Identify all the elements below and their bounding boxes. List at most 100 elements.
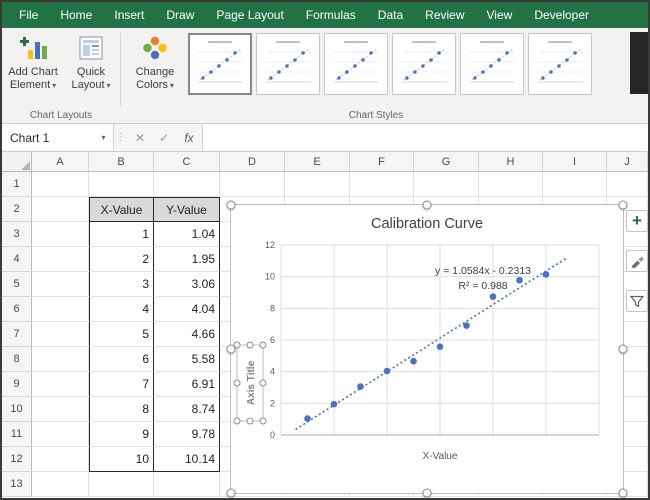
- insert-function-button[interactable]: fx: [176, 124, 202, 151]
- cell-a2[interactable]: [32, 197, 89, 222]
- row-header-9[interactable]: 9: [2, 372, 32, 397]
- cell-b5[interactable]: 3: [89, 272, 154, 297]
- chart-resize-handle[interactable]: [226, 344, 236, 354]
- chart-styles-button[interactable]: [626, 250, 648, 272]
- column-header-e[interactable]: E: [285, 152, 350, 171]
- cell-c4[interactable]: 1.95: [154, 247, 220, 272]
- row-header-5[interactable]: 5: [2, 272, 32, 297]
- cell-b6[interactable]: 4: [89, 297, 154, 322]
- chart-resize-handle[interactable]: [422, 488, 432, 498]
- add-chart-element-button[interactable]: Add Chart Element ▾: [4, 31, 62, 107]
- cell-c9[interactable]: 6.91: [154, 372, 220, 397]
- cell-h1[interactable]: [479, 172, 543, 197]
- chart-resize-handle[interactable]: [618, 488, 628, 498]
- select-all-corner[interactable]: [2, 152, 32, 171]
- cell-a5[interactable]: [32, 272, 89, 297]
- tab-insert[interactable]: Insert: [103, 2, 155, 28]
- chart-style-thumbnail[interactable]: [256, 33, 320, 95]
- chart[interactable]: 0 2 4 6 8 10 12 Calibration Curve X-Value y = 1.0…: [226, 200, 628, 498]
- formula-bar-input[interactable]: [202, 124, 648, 151]
- row-header-10[interactable]: 10: [2, 397, 32, 422]
- cell-b11[interactable]: 9: [89, 422, 154, 447]
- cell-i1[interactable]: [543, 172, 607, 197]
- cell-b8[interactable]: 6: [89, 347, 154, 372]
- cell-b7[interactable]: 5: [89, 322, 154, 347]
- row-header-7[interactable]: 7: [2, 322, 32, 347]
- column-header-h[interactable]: H: [479, 152, 543, 171]
- cell-c2[interactable]: Y-Value: [154, 197, 220, 222]
- tab-file[interactable]: File: [8, 2, 49, 28]
- cell-f1[interactable]: [350, 172, 414, 197]
- cell-c8[interactable]: 5.58: [154, 347, 220, 372]
- cell-b1[interactable]: [89, 172, 154, 197]
- column-header-c[interactable]: C: [154, 152, 220, 171]
- cell-a6[interactable]: [32, 297, 89, 322]
- row-header-4[interactable]: 4: [2, 247, 32, 272]
- cell-c13[interactable]: [154, 472, 220, 497]
- cell-c5[interactable]: 3.06: [154, 272, 220, 297]
- cancel-button[interactable]: ✕: [128, 124, 152, 151]
- tab-formulas[interactable]: Formulas: [295, 2, 367, 28]
- cell-a10[interactable]: [32, 397, 89, 422]
- enter-button[interactable]: ✓: [152, 124, 176, 151]
- chart-style-thumbnail[interactable]: [528, 33, 592, 95]
- tab-review[interactable]: Review: [414, 2, 475, 28]
- cell-b13[interactable]: [89, 472, 154, 497]
- cell-b9[interactable]: 7: [89, 372, 154, 397]
- tab-draw[interactable]: Draw: [155, 2, 205, 28]
- chart-resize-handle[interactable]: [226, 200, 236, 210]
- cell-b3[interactable]: 1: [89, 222, 154, 247]
- cell-g1[interactable]: [414, 172, 479, 197]
- tab-view[interactable]: View: [476, 2, 524, 28]
- row-header-6[interactable]: 6: [2, 297, 32, 322]
- row-header-13[interactable]: 13: [2, 472, 32, 497]
- row-header-1[interactable]: 1: [2, 172, 32, 197]
- chart-style-thumbnail[interactable]: [188, 33, 252, 95]
- cell-c11[interactable]: 9.78: [154, 422, 220, 447]
- cell-c10[interactable]: 8.74: [154, 397, 220, 422]
- chart-resize-handle[interactable]: [618, 344, 628, 354]
- cell-a8[interactable]: [32, 347, 89, 372]
- cell-a1[interactable]: [32, 172, 89, 197]
- cell-b12[interactable]: 10: [89, 447, 154, 472]
- cell-a12[interactable]: [32, 447, 89, 472]
- row-header-8[interactable]: 8: [2, 347, 32, 372]
- chart-style-thumbnail[interactable]: [460, 33, 524, 95]
- column-header-a[interactable]: A: [32, 152, 89, 171]
- cell-b2[interactable]: X-Value: [89, 197, 154, 222]
- column-header-i[interactable]: I: [543, 152, 607, 171]
- chart-elements-button[interactable]: +: [626, 210, 648, 232]
- cell-a9[interactable]: [32, 372, 89, 397]
- cell-d1[interactable]: [220, 172, 285, 197]
- name-box[interactable]: Chart 1: [2, 124, 94, 151]
- chart-resize-handle[interactable]: [422, 200, 432, 210]
- cell-b10[interactable]: 8: [89, 397, 154, 422]
- column-header-d[interactable]: D: [220, 152, 285, 171]
- row-header-3[interactable]: 3: [2, 222, 32, 247]
- cell-a11[interactable]: [32, 422, 89, 447]
- cell-a4[interactable]: [32, 247, 89, 272]
- tab-data[interactable]: Data: [367, 2, 414, 28]
- row-header-2[interactable]: 2: [2, 197, 32, 222]
- chart-style-thumbnail-dark[interactable]: [630, 32, 648, 94]
- cell-c7[interactable]: 4.66: [154, 322, 220, 347]
- row-header-12[interactable]: 12: [2, 447, 32, 472]
- quick-layout-button[interactable]: Quick Layout ▾: [63, 31, 119, 107]
- chart-style-thumbnail[interactable]: [324, 33, 388, 95]
- column-header-g[interactable]: G: [414, 152, 479, 171]
- cell-a3[interactable]: [32, 222, 89, 247]
- cell-c3[interactable]: 1.04: [154, 222, 220, 247]
- name-box-caret-icon[interactable]: ▾: [94, 124, 114, 151]
- cell-c12[interactable]: 10.14: [154, 447, 220, 472]
- column-header-f[interactable]: F: [350, 152, 414, 171]
- chart-filters-button[interactable]: [626, 290, 648, 312]
- row-header-11[interactable]: 11: [2, 422, 32, 447]
- column-header-j[interactable]: J: [607, 152, 648, 171]
- cell-j1[interactable]: [607, 172, 648, 197]
- cell-a13[interactable]: [32, 472, 89, 497]
- chart-style-thumbnail[interactable]: [392, 33, 456, 95]
- cell-e1[interactable]: [285, 172, 350, 197]
- chart-resize-handle[interactable]: [618, 200, 628, 210]
- chart-resize-handle[interactable]: [226, 488, 236, 498]
- cell-c1[interactable]: [154, 172, 220, 197]
